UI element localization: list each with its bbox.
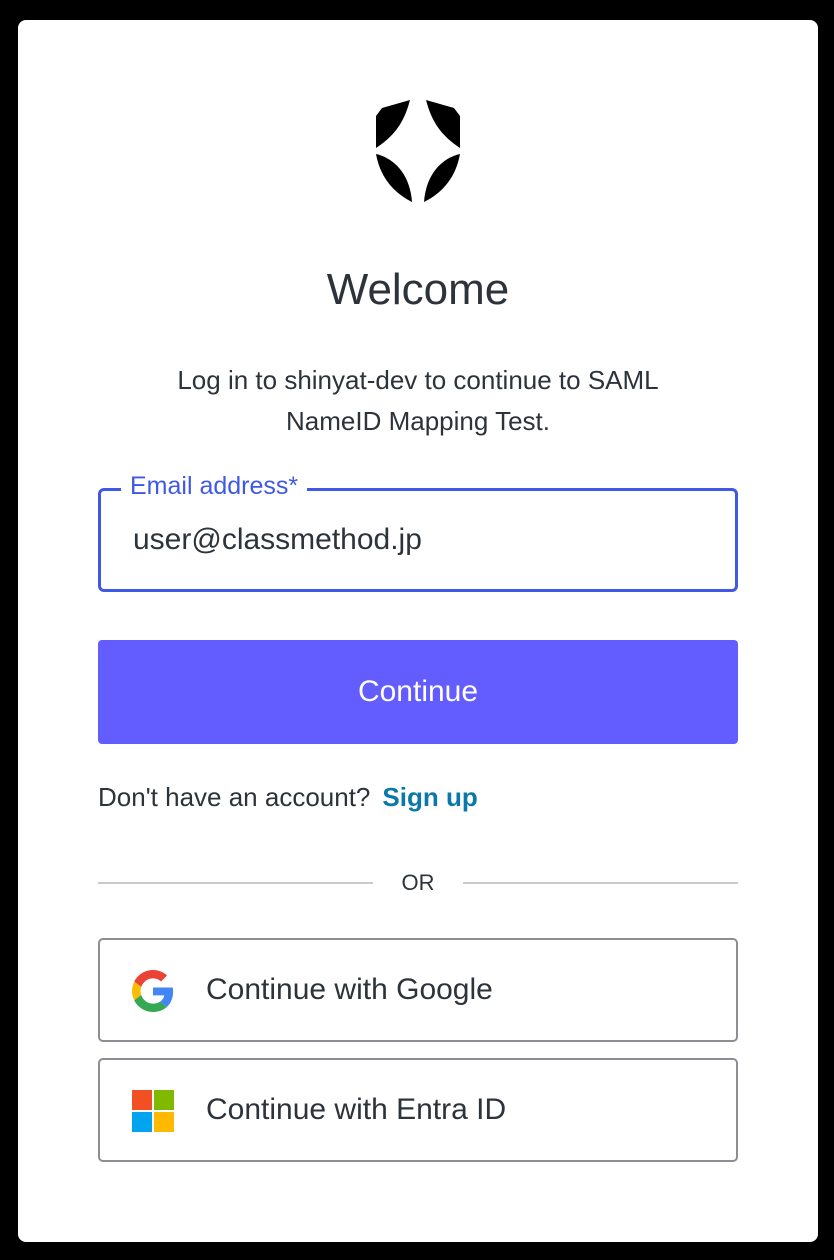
signup-prompt: Don't have an account? xyxy=(98,782,371,812)
google-icon xyxy=(132,970,174,1012)
email-input[interactable] xyxy=(101,491,735,589)
shield-logo-icon xyxy=(376,100,460,202)
login-description: Log in to shinyat-dev to continue to SAM… xyxy=(177,365,659,436)
google-button-label: Continue with Google xyxy=(206,973,493,1006)
or-divider: OR xyxy=(98,866,738,900)
signup-row: Don't have an account? Sign up xyxy=(98,780,478,814)
login-card: Welcome Log in to shinyat-dev to continu… xyxy=(18,20,818,1242)
entra-button-label: Continue with Entra ID xyxy=(206,1093,507,1126)
google-login-button[interactable]: Continue with Google xyxy=(98,938,738,1042)
microsoft-icon xyxy=(132,1090,174,1132)
email-field[interactable]: Email address* xyxy=(98,469,738,592)
divider-line-right xyxy=(463,882,738,884)
signup-link[interactable]: Sign up xyxy=(382,782,477,812)
entra-login-button[interactable]: Continue with Entra ID xyxy=(98,1058,738,1162)
page-title: Welcome xyxy=(326,265,510,314)
continue-button[interactable]: Continue xyxy=(98,640,738,744)
